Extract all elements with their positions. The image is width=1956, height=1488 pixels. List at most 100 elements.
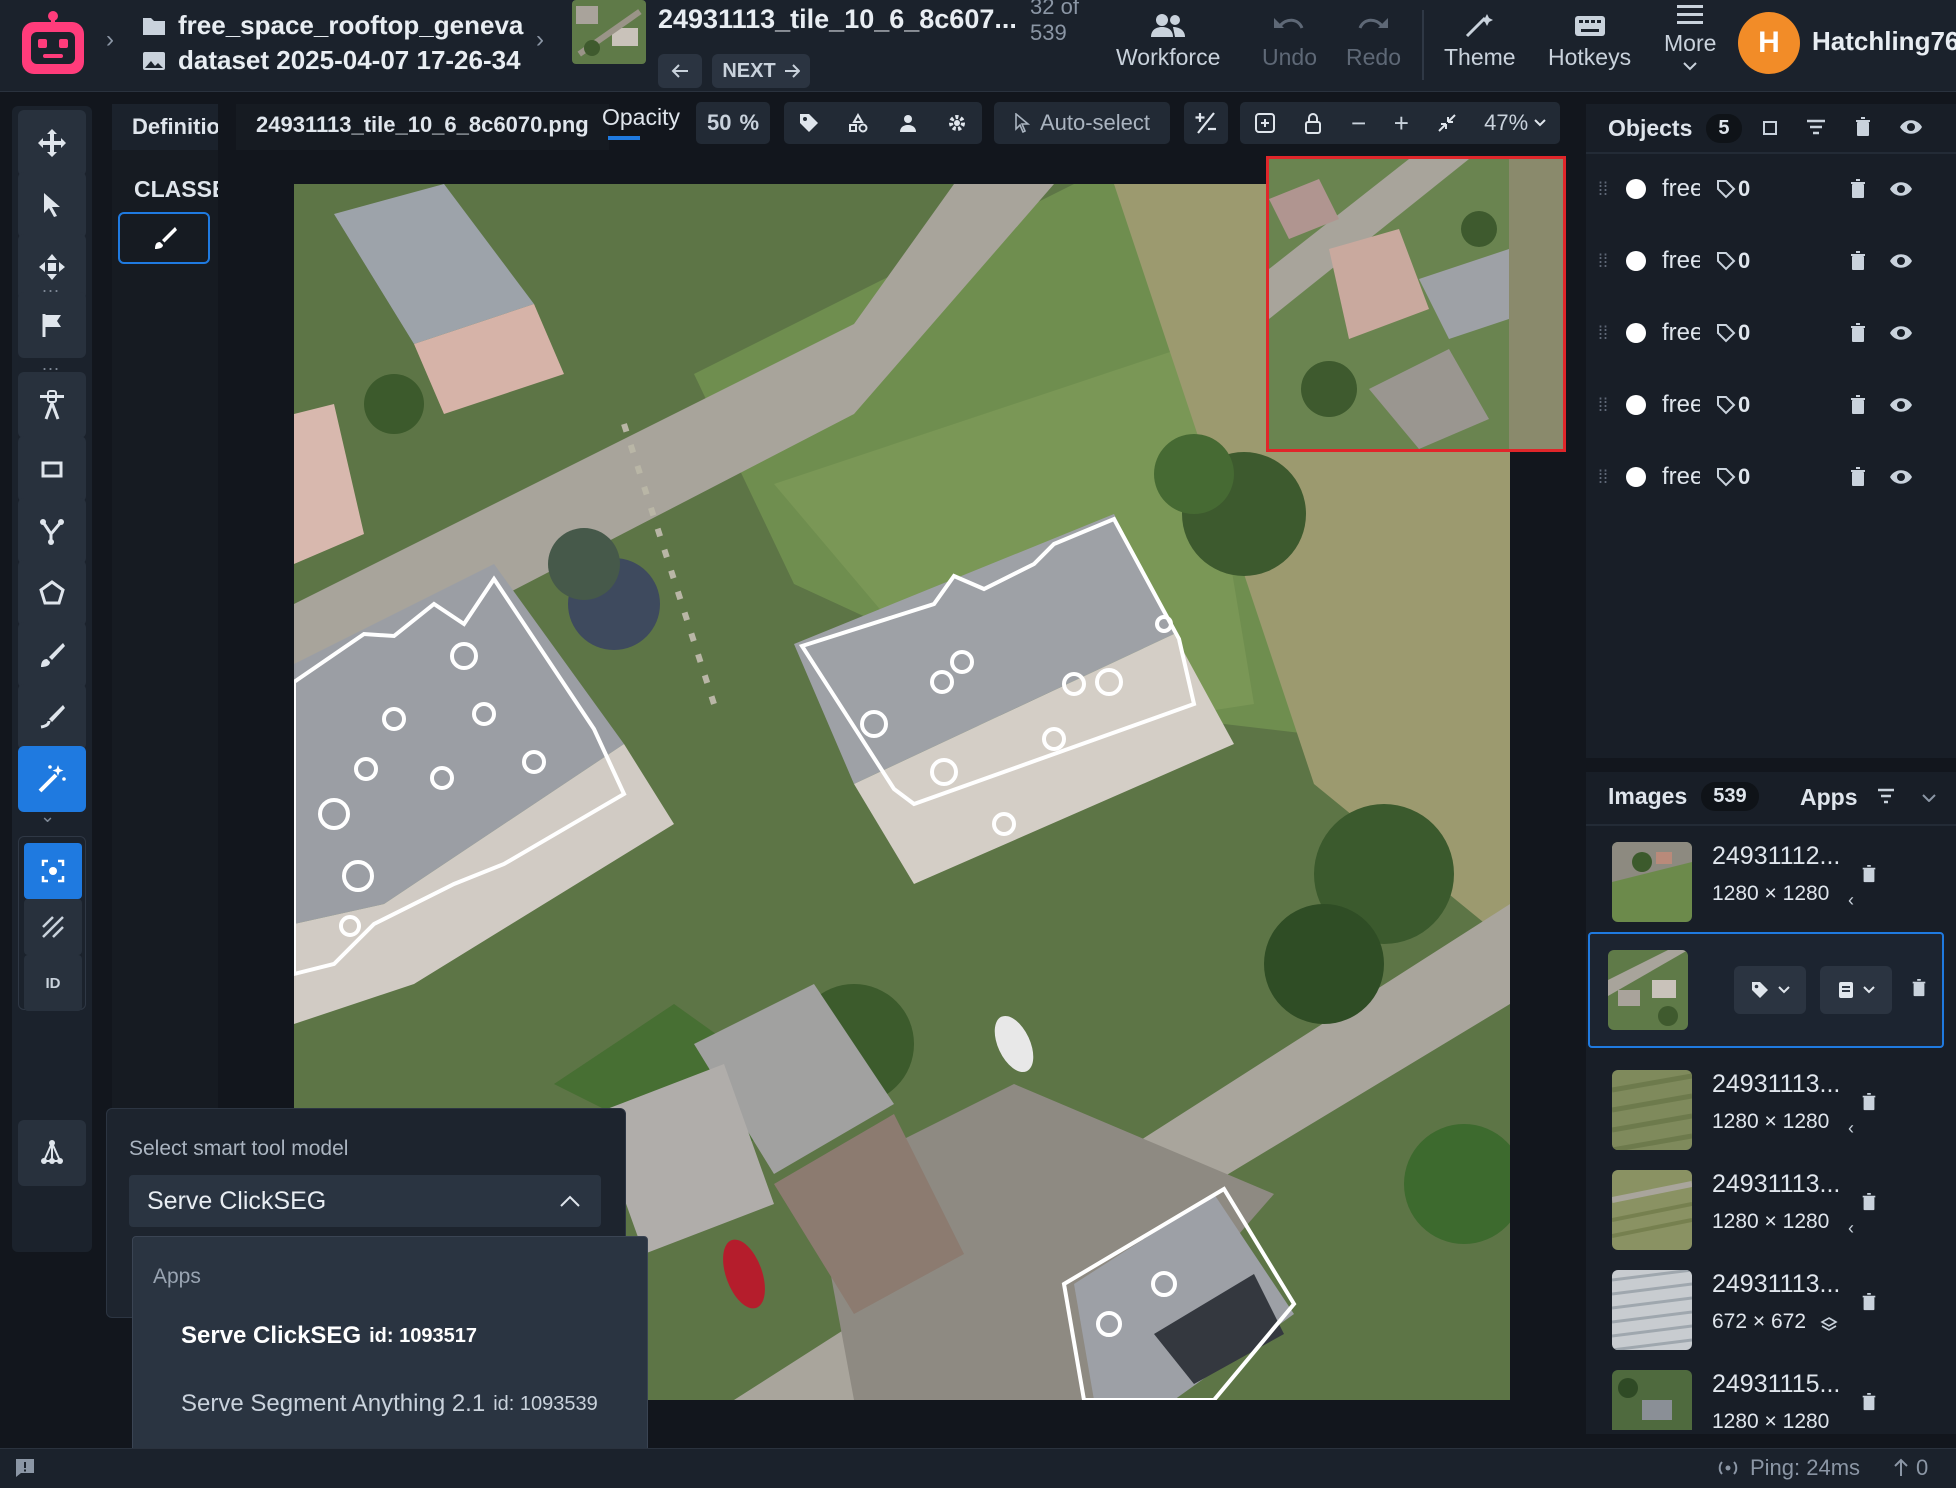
tab-apps[interactable]: Apps: [1800, 784, 1858, 811]
arrow-up-icon: [1894, 1458, 1908, 1476]
polygon-tool-button[interactable]: [18, 560, 86, 626]
workforce-button[interactable]: Workforce: [1116, 12, 1220, 71]
image-name: 24931113...: [1712, 1270, 1841, 1298]
hotkeys-button[interactable]: Hotkeys: [1548, 12, 1631, 71]
eraser-brush-tool-button[interactable]: [18, 684, 86, 750]
brush-tool-button[interactable]: [18, 622, 86, 688]
tab-images[interactable]: Images 539: [1608, 782, 1759, 811]
image-tags-dropdown[interactable]: [1734, 966, 1806, 1014]
image-info-dropdown[interactable]: [1820, 966, 1892, 1014]
focus-target-button[interactable]: [24, 843, 82, 899]
image-list-item[interactable]: 24931112... 1280 × 1280 ‹: [1586, 828, 1956, 924]
eye-icon[interactable]: [1888, 252, 1914, 270]
tab-image-file[interactable]: 24931113_tile_10_6_8c6070.png: [236, 104, 609, 150]
graph-tool-button[interactable]: [18, 1120, 86, 1186]
minimap[interactable]: [1266, 156, 1566, 452]
trash-icon[interactable]: [1860, 1192, 1878, 1212]
undo-button[interactable]: Undo: [1262, 12, 1317, 71]
image-list-item[interactable]: 24931115... 1280 × 1280: [1586, 1356, 1956, 1430]
polyline-tool-button[interactable]: [18, 498, 86, 564]
image-list-item[interactable]: 24931113... 1280 × 1280 ‹: [1586, 1056, 1956, 1152]
smart-tool-button[interactable]: [18, 746, 86, 812]
app-logo[interactable]: [16, 8, 90, 82]
gear-icon[interactable]: [946, 112, 968, 134]
pan-tool-button[interactable]: [18, 110, 86, 176]
auto-select-button[interactable]: Auto-select: [994, 102, 1170, 144]
hatch-fill-button[interactable]: [24, 899, 82, 955]
image-list-item-selected[interactable]: [1588, 932, 1944, 1048]
redo-button[interactable]: Redo: [1346, 12, 1401, 71]
eye-icon[interactable]: [1888, 396, 1914, 414]
eye-icon[interactable]: [1888, 324, 1914, 342]
feedback-icon[interactable]: [14, 1457, 36, 1479]
copy-icon[interactable]: [1759, 117, 1779, 137]
trash-icon[interactable]: [1848, 322, 1868, 344]
point-tool-button[interactable]: [18, 372, 86, 438]
collapse-icon[interactable]: [1437, 113, 1457, 133]
next-image-button[interactable]: NEXT: [712, 54, 810, 88]
more-menu-button[interactable]: More: [1664, 2, 1716, 71]
object-row[interactable]: ⁞⁞ free 0: [1586, 232, 1956, 290]
drag-handle-icon[interactable]: ⁞⁞: [1598, 467, 1608, 488]
drag-handle-icon[interactable]: ⁞⁞: [1598, 179, 1608, 200]
rectangle-tool-button[interactable]: [18, 436, 86, 502]
opacity-slider[interactable]: [608, 136, 640, 140]
object-row[interactable]: ⁞⁞ free 0: [1586, 448, 1956, 506]
object-row[interactable]: ⁞⁞ free 0: [1586, 160, 1956, 218]
eye-icon[interactable]: [1899, 118, 1923, 136]
filter-icon[interactable]: [1805, 117, 1827, 137]
dataset-link[interactable]: dataset 2025-04-07 17-26-34: [142, 45, 523, 76]
theme-button[interactable]: Theme: [1444, 12, 1516, 71]
object-row[interactable]: ⁞⁞ free 0: [1586, 376, 1956, 434]
model-dropdown-menu: Apps Serve ClickSEG id: 1093517 Serve Se…: [132, 1236, 648, 1456]
project-link[interactable]: free_space_rooftop_geneva: [142, 10, 523, 41]
tab-definitions[interactable]: Definitions: [112, 104, 218, 150]
avatar[interactable]: H: [1738, 12, 1800, 74]
plus-minus-button[interactable]: [1184, 102, 1228, 144]
smart-tool-model-select[interactable]: Serve ClickSEG: [129, 1175, 601, 1227]
object-color-dot: [1626, 395, 1647, 415]
drag-handle-icon[interactable]: ⁞⁞: [1598, 323, 1608, 344]
chevron-down-icon[interactable]: [1922, 794, 1936, 802]
object-tag-count: 0: [1738, 248, 1751, 273]
zoom-out-button[interactable]: −: [1351, 108, 1366, 139]
zoom-in-button[interactable]: +: [1394, 108, 1409, 139]
class-item-free[interactable]: [118, 212, 210, 264]
image-list-item[interactable]: 24931113... 672 × 672: [1586, 1256, 1956, 1352]
trash-icon[interactable]: [1848, 178, 1868, 200]
divider: [1422, 10, 1424, 80]
person-icon[interactable]: [897, 112, 919, 134]
eye-icon[interactable]: [1888, 468, 1914, 486]
trash-icon[interactable]: [1848, 394, 1868, 416]
tag-icon[interactable]: [798, 112, 820, 134]
opacity-input[interactable]: 50 %: [696, 102, 770, 144]
trash-icon[interactable]: [1860, 1292, 1878, 1312]
current-image-thumbnail[interactable]: [572, 0, 646, 64]
id-toggle-button[interactable]: ID: [24, 955, 82, 1011]
trash-icon[interactable]: [1860, 1392, 1878, 1412]
trash-icon[interactable]: [1853, 116, 1873, 138]
sort-icon[interactable]: [1876, 788, 1896, 804]
flag-tool-button[interactable]: [18, 292, 86, 358]
object-row[interactable]: ⁞⁞ free 0: [1586, 304, 1956, 362]
trash-icon[interactable]: [1860, 1092, 1878, 1112]
model-option-sam21[interactable]: Serve Segment Anything 2.1 id: 1093539: [133, 1373, 647, 1435]
eye-icon[interactable]: [1888, 180, 1914, 198]
trash-icon[interactable]: [1860, 864, 1878, 884]
image-list-item[interactable]: 24931113... 1280 × 1280 ‹: [1586, 1156, 1956, 1252]
fit-image-icon[interactable]: [1254, 112, 1276, 134]
lock-icon[interactable]: [1303, 112, 1323, 134]
trash-icon[interactable]: [1848, 250, 1868, 272]
zoom-level-select[interactable]: 47%: [1484, 110, 1546, 136]
drag-handle-icon[interactable]: ⁞⁞: [1598, 251, 1608, 272]
drag-handle-icon[interactable]: ⁞⁞: [1598, 395, 1608, 416]
user-name[interactable]: Hatchling76: [1812, 26, 1956, 57]
model-option-clickseg[interactable]: Serve ClickSEG id: 1093517: [133, 1305, 647, 1367]
prev-image-button[interactable]: [658, 54, 702, 88]
chevron-down-icon[interactable]: ⌄: [40, 806, 56, 827]
trash-icon[interactable]: [1910, 978, 1928, 998]
trash-icon[interactable]: [1848, 466, 1868, 488]
shapes-icon[interactable]: [847, 112, 869, 134]
select-tool-button[interactable]: [18, 172, 86, 238]
smart-tool-options: ID: [18, 836, 86, 1011]
